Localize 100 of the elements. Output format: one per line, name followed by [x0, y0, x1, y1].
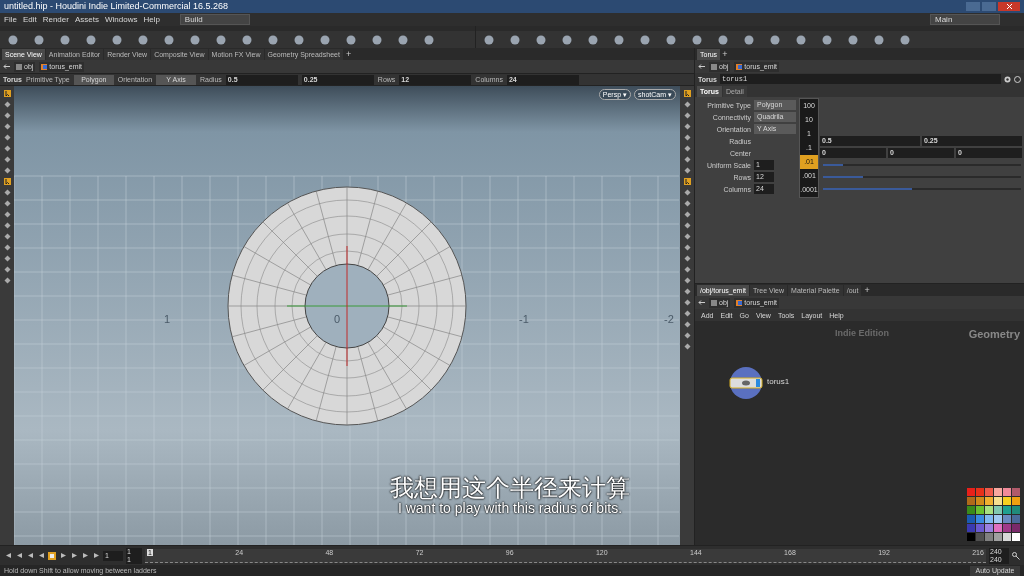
- playback-button[interactable]: [59, 551, 67, 560]
- playback-button[interactable]: [37, 551, 45, 560]
- menu-item[interactable]: Help: [143, 15, 160, 24]
- sphere-icon: [588, 34, 598, 45]
- color-swatch[interactable]: [985, 506, 993, 514]
- sphere-icon: [86, 34, 96, 45]
- back-arrow-icon: [3, 64, 10, 69]
- color-swatch[interactable]: [976, 506, 984, 514]
- menu-item[interactable]: File: [4, 15, 17, 24]
- desktop-menu[interactable]: Build: [179, 14, 250, 25]
- sphere-icon: [718, 34, 728, 45]
- menu-item[interactable]: Assets: [74, 15, 99, 24]
- color-swatch[interactable]: [994, 533, 1002, 541]
- sphere-icon: [666, 34, 676, 45]
- color-swatch[interactable]: [994, 515, 1002, 523]
- sphere-icon: [164, 34, 174, 45]
- sphere-icon: [822, 34, 832, 45]
- playback-button[interactable]: [26, 551, 34, 560]
- sphere-icon: [242, 34, 252, 45]
- color-swatch[interactable]: [1012, 515, 1020, 523]
- desktop-menu[interactable]: Main: [930, 14, 1000, 25]
- sphere-icon: [562, 34, 572, 45]
- color-swatch[interactable]: [976, 533, 984, 541]
- add-tab-button[interactable]: +: [345, 49, 352, 59]
- geometry-node-icon: [729, 366, 763, 400]
- sphere-icon: [372, 34, 382, 45]
- add-tab-button[interactable]: +: [864, 285, 870, 295]
- sphere-icon: [874, 34, 884, 45]
- geometry-node-icon: [41, 63, 48, 70]
- menu-item[interactable]: Windows: [104, 15, 138, 24]
- sphere-icon: [770, 34, 780, 45]
- sphere-icon: [320, 34, 330, 45]
- color-swatch[interactable]: [1003, 524, 1011, 532]
- close-button[interactable]: [998, 2, 1020, 11]
- sphere-icon: [510, 34, 520, 45]
- color-swatch[interactable]: [1003, 506, 1011, 514]
- sphere-icon: [268, 34, 278, 45]
- grid-label: 0: [334, 314, 341, 325]
- sphere-icon: [796, 34, 806, 45]
- geometry-node-icon: [736, 63, 743, 70]
- sphere-icon: [424, 34, 434, 45]
- playback-button[interactable]: [81, 551, 89, 560]
- sphere-icon: [8, 34, 18, 45]
- sphere-icon: [484, 34, 494, 45]
- color-swatch[interactable]: [967, 488, 975, 496]
- color-swatch[interactable]: [1012, 506, 1020, 514]
- back-arrow-icon: [698, 300, 705, 305]
- color-swatch[interactable]: [967, 506, 975, 514]
- sphere-icon: [60, 34, 70, 45]
- color-swatch[interactable]: [1012, 533, 1020, 541]
- menu-item[interactable]: Render: [42, 15, 69, 24]
- color-swatch[interactable]: [1003, 488, 1011, 496]
- playback-button[interactable]: [48, 551, 56, 560]
- color-swatch[interactable]: [1003, 515, 1011, 523]
- stop-icon: [50, 553, 54, 558]
- color-swatch[interactable]: [985, 524, 993, 532]
- grid-label: 1: [164, 314, 171, 325]
- color-swatch[interactable]: [1012, 497, 1020, 505]
- color-swatch[interactable]: [1003, 497, 1011, 505]
- playback-button[interactable]: [92, 551, 100, 560]
- sphere-icon: [614, 34, 624, 45]
- menu-item[interactable]: Edit: [22, 15, 37, 24]
- color-swatch[interactable]: [967, 497, 975, 505]
- sphere-icon: [190, 34, 200, 45]
- help-icon: [1014, 75, 1021, 83]
- folder-icon: [711, 63, 717, 70]
- close-icon: [1006, 4, 1012, 9]
- sphere-icon: [848, 34, 858, 45]
- add-tab-button[interactable]: +: [722, 49, 728, 59]
- sphere-icon: [294, 34, 304, 45]
- edition-label: Indie Edition: [835, 329, 889, 338]
- color-swatch[interactable]: [1012, 524, 1020, 532]
- color-swatch[interactable]: [994, 497, 1002, 505]
- color-swatch[interactable]: [994, 524, 1002, 532]
- sphere-icon: [744, 34, 754, 45]
- color-swatch[interactable]: [994, 488, 1002, 496]
- playback-button[interactable]: [70, 551, 78, 560]
- color-swatch[interactable]: [967, 515, 975, 523]
- color-swatch[interactable]: [985, 515, 993, 523]
- color-swatch[interactable]: [1003, 533, 1011, 541]
- sphere-icon: [640, 34, 650, 45]
- arrow-pointer-icon: [3, 178, 11, 185]
- color-swatch[interactable]: [985, 497, 993, 505]
- window-title: untitled.hip - Houdini Indie Limited-Commercial 16.5.268: [4, 2, 229, 11]
- color-swatch[interactable]: [976, 515, 984, 523]
- playback-button[interactable]: [15, 551, 23, 560]
- color-swatch[interactable]: [985, 488, 993, 496]
- color-swatch[interactable]: [976, 524, 984, 532]
- node-label[interactable]: torus1: [767, 378, 790, 386]
- color-swatch[interactable]: [976, 497, 984, 505]
- color-swatch[interactable]: [967, 524, 975, 532]
- grid-label: -2: [664, 314, 674, 325]
- sphere-icon: [900, 34, 910, 45]
- color-swatch[interactable]: [994, 506, 1002, 514]
- sphere-icon: [216, 34, 226, 45]
- color-swatch[interactable]: [976, 488, 984, 496]
- playback-button[interactable]: [4, 551, 12, 560]
- color-swatch[interactable]: [967, 533, 975, 541]
- color-swatch[interactable]: [985, 533, 993, 541]
- color-swatch[interactable]: [1012, 488, 1020, 496]
